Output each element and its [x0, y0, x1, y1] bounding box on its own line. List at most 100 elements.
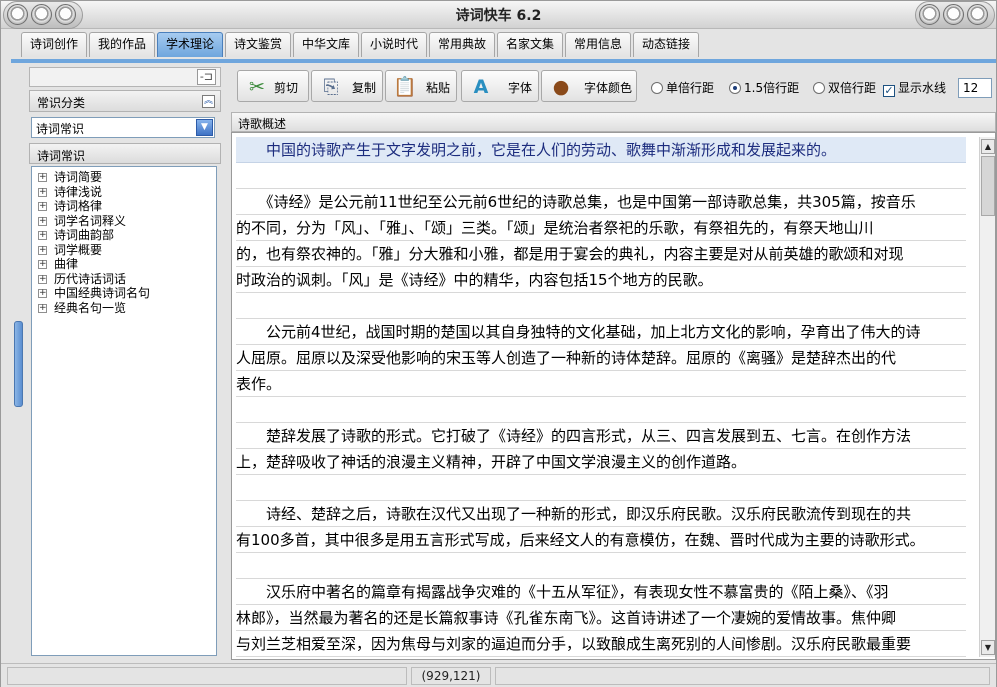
article-title: 诗歌概述 — [238, 117, 287, 131]
text-line: 时政治的讽刺。「风」是《诗经》中的精华，内容包括15个地方的民歌。 — [236, 267, 966, 293]
checkbox-label: 显示水线 — [898, 81, 947, 95]
tree-item-label: 词学名词释义 — [54, 213, 127, 228]
scroll-down-icon[interactable]: ▼ — [981, 640, 995, 655]
radio-one-half-spacing[interactable]: 1.5倍行距 — [729, 79, 799, 96]
tree-header: 诗词常识 — [29, 143, 221, 164]
tree-item-label: 经典名句一览 — [54, 300, 127, 315]
panel-collapse-handle[interactable] — [14, 321, 23, 407]
clipboard-icon: 📋 — [393, 76, 417, 98]
text-line: 上，楚辞吸收了神话的浪漫主义精神，开辟了中国文学浪漫主义的创作道路。 — [236, 449, 966, 475]
tab-poetry-appreciation[interactable]: 诗文鉴赏 — [225, 32, 291, 57]
article-text: 中国的诗歌产生于文字发明之前，它是在人们的劳动、歌舞中渐渐形成和发展起来的。 《… — [236, 137, 966, 657]
paste-button[interactable]: 📋 粘贴 — [385, 70, 457, 102]
status-segment-right — [495, 667, 990, 685]
text-line: 中国的诗歌产生于文字发明之前，它是在人们的劳动、歌舞中渐渐形成和发展起来的。 — [236, 137, 966, 163]
expand-icon[interactable]: + — [38, 274, 47, 284]
text-line — [236, 397, 966, 423]
tab-common-allusions[interactable]: 常用典故 — [429, 32, 495, 57]
tree-item[interactable]: + 经典名句一览 — [32, 301, 216, 316]
dropdown-arrow-icon[interactable]: ▼ — [196, 119, 213, 136]
scroll-thumb[interactable] — [981, 156, 995, 216]
vertical-scrollbar[interactable]: ▲ ▼ — [979, 137, 995, 657]
radio-icon — [651, 82, 663, 94]
expand-icon[interactable]: + — [38, 187, 47, 197]
tab-academic-theory[interactable]: 学术理论 — [157, 32, 223, 57]
tree-item-label: 诗词曲韵部 — [54, 228, 115, 242]
text-line: 汉乐府中著名的篇章有揭露战争灾难的《十五从军征》，有表现女性不慕富贵的《陌上桑》… — [236, 579, 966, 605]
status-bar: (929,121) — [1, 663, 996, 687]
radio-label: 1.5倍行距 — [744, 81, 800, 95]
title-bar: 诗词快车 6.2 — [1, 1, 996, 29]
status-segment-left — [7, 667, 407, 685]
tab-my-works[interactable]: 我的作品 — [89, 32, 155, 57]
tree-item[interactable]: + 词学名词释义 — [32, 214, 216, 229]
circle-button-1-icon[interactable] — [919, 4, 940, 25]
pin-icon[interactable]: -⊐ — [196, 69, 216, 85]
tree-item-label: 曲律 — [54, 257, 79, 271]
expand-icon[interactable]: + — [38, 202, 47, 211]
expand-icon[interactable]: + — [38, 260, 47, 269]
tree-item[interactable]: + 曲律 — [32, 257, 216, 272]
chevron-up-icon[interactable]: ︽ — [202, 95, 215, 108]
tree-item-label: 诗词简要 — [54, 170, 103, 184]
font-color-label: 字体颜色 — [584, 81, 633, 95]
tab-novel-era[interactable]: 小说时代 — [361, 32, 427, 57]
copy-icon: ⎘ — [323, 76, 339, 98]
text-line — [236, 163, 966, 189]
text-line: 楚辞发展了诗歌的形式。它打破了《诗经》的四言形式，从三、四言发展到五、七言。在创… — [236, 423, 966, 449]
font-label: 字体 — [508, 81, 533, 95]
paste-label: 粘贴 — [426, 81, 451, 95]
font-button[interactable]: A 字体 — [461, 70, 539, 102]
tab-famous-works[interactable]: 名家文集 — [497, 32, 563, 57]
font-size-stepper[interactable]: 12 — [958, 78, 992, 98]
radio-icon — [813, 82, 825, 94]
expand-icon[interactable]: + — [38, 245, 47, 255]
expand-icon[interactable]: + — [38, 289, 47, 298]
category-select[interactable]: 诗词常识 ▼ — [31, 117, 215, 138]
text-line: 有100多首，其中很多是用五言形式写成，后来经文人的有意模仿，在魏、晋时代成为主… — [236, 527, 966, 553]
expand-icon[interactable]: + — [38, 231, 47, 240]
watermark-checkbox[interactable]: ✓ 显示水线 — [883, 79, 946, 97]
tree-item[interactable]: + 诗词曲韵部 — [32, 228, 216, 243]
tree-item[interactable]: + 诗词格律 — [32, 199, 216, 214]
tree-item[interactable]: + 词学概要 — [32, 243, 216, 258]
scissors-icon: ✂ — [249, 76, 265, 98]
cut-label: 剪切 — [274, 81, 299, 95]
copy-label: 复制 — [352, 81, 377, 95]
cut-button[interactable]: ✂ 剪切 — [237, 70, 309, 102]
expand-icon[interactable]: + — [38, 216, 47, 226]
text-line: 诗经、楚辞之后，诗歌在汉代又出现了一种新的形式，即汉乐府民歌。汉乐府民歌流传到现… — [236, 501, 966, 527]
tree-item-label: 中国经典诗词名句 — [54, 286, 151, 300]
circle-button-2-icon[interactable] — [943, 4, 964, 25]
panel-pin-bar: -⊐ — [29, 67, 221, 87]
text-line — [236, 553, 966, 579]
tree-item[interactable]: + 历代诗话词话 — [32, 272, 216, 287]
tree-header-label: 诗词常识 — [37, 149, 86, 163]
tree-item[interactable]: + 诗律浅说 — [32, 185, 216, 200]
tree-item[interactable]: + 中国经典诗词名句 — [32, 286, 216, 301]
tab-chinese-library[interactable]: 中华文库 — [293, 32, 359, 57]
expand-icon[interactable]: + — [38, 173, 47, 182]
font-color-button[interactable]: ● 字体颜色 — [541, 70, 637, 102]
radio-label: 双倍行距 — [828, 81, 877, 95]
expand-icon[interactable]: + — [38, 303, 47, 313]
tab-common-info[interactable]: 常用信息 — [565, 32, 631, 57]
text-line: 林郎》，当然最为著名的还是长篇叙事诗《孔雀东南飞》。这首诗讲述了一个凄婉的爱情故… — [236, 605, 966, 631]
radio-label: 单倍行距 — [666, 81, 715, 95]
scroll-up-icon[interactable]: ▲ — [981, 139, 995, 154]
window-title: 诗词快车 6.2 — [455, 8, 542, 24]
text-line: 公元前4世纪，战国时期的楚国以其自身独特的文化基础，加上北方文化的影响，孕育出了… — [236, 319, 966, 345]
radio-single-spacing[interactable]: 单倍行距 — [651, 79, 714, 96]
tab-poetry-creation[interactable]: 诗词创作 — [21, 32, 87, 57]
copy-button[interactable]: ⎘ 复制 — [311, 70, 383, 102]
palette-icon: ● — [552, 76, 570, 98]
article-pane[interactable]: 中国的诗歌产生于文字发明之前，它是在人们的劳动、歌舞中渐渐形成和发展起来的。 《… — [231, 132, 996, 660]
category-select-value: 诗词常识 — [36, 122, 85, 136]
font-icon: A — [473, 76, 489, 98]
tree-item-label: 历代诗话词话 — [54, 271, 127, 286]
checkmark-icon: ✓ — [883, 84, 895, 97]
radio-double-spacing[interactable]: 双倍行距 — [813, 79, 876, 96]
tree-item[interactable]: + 诗词简要 — [32, 170, 216, 185]
circle-button-3-icon[interactable] — [967, 4, 988, 25]
tab-dynamic-links[interactable]: 动态链接 — [633, 32, 699, 57]
